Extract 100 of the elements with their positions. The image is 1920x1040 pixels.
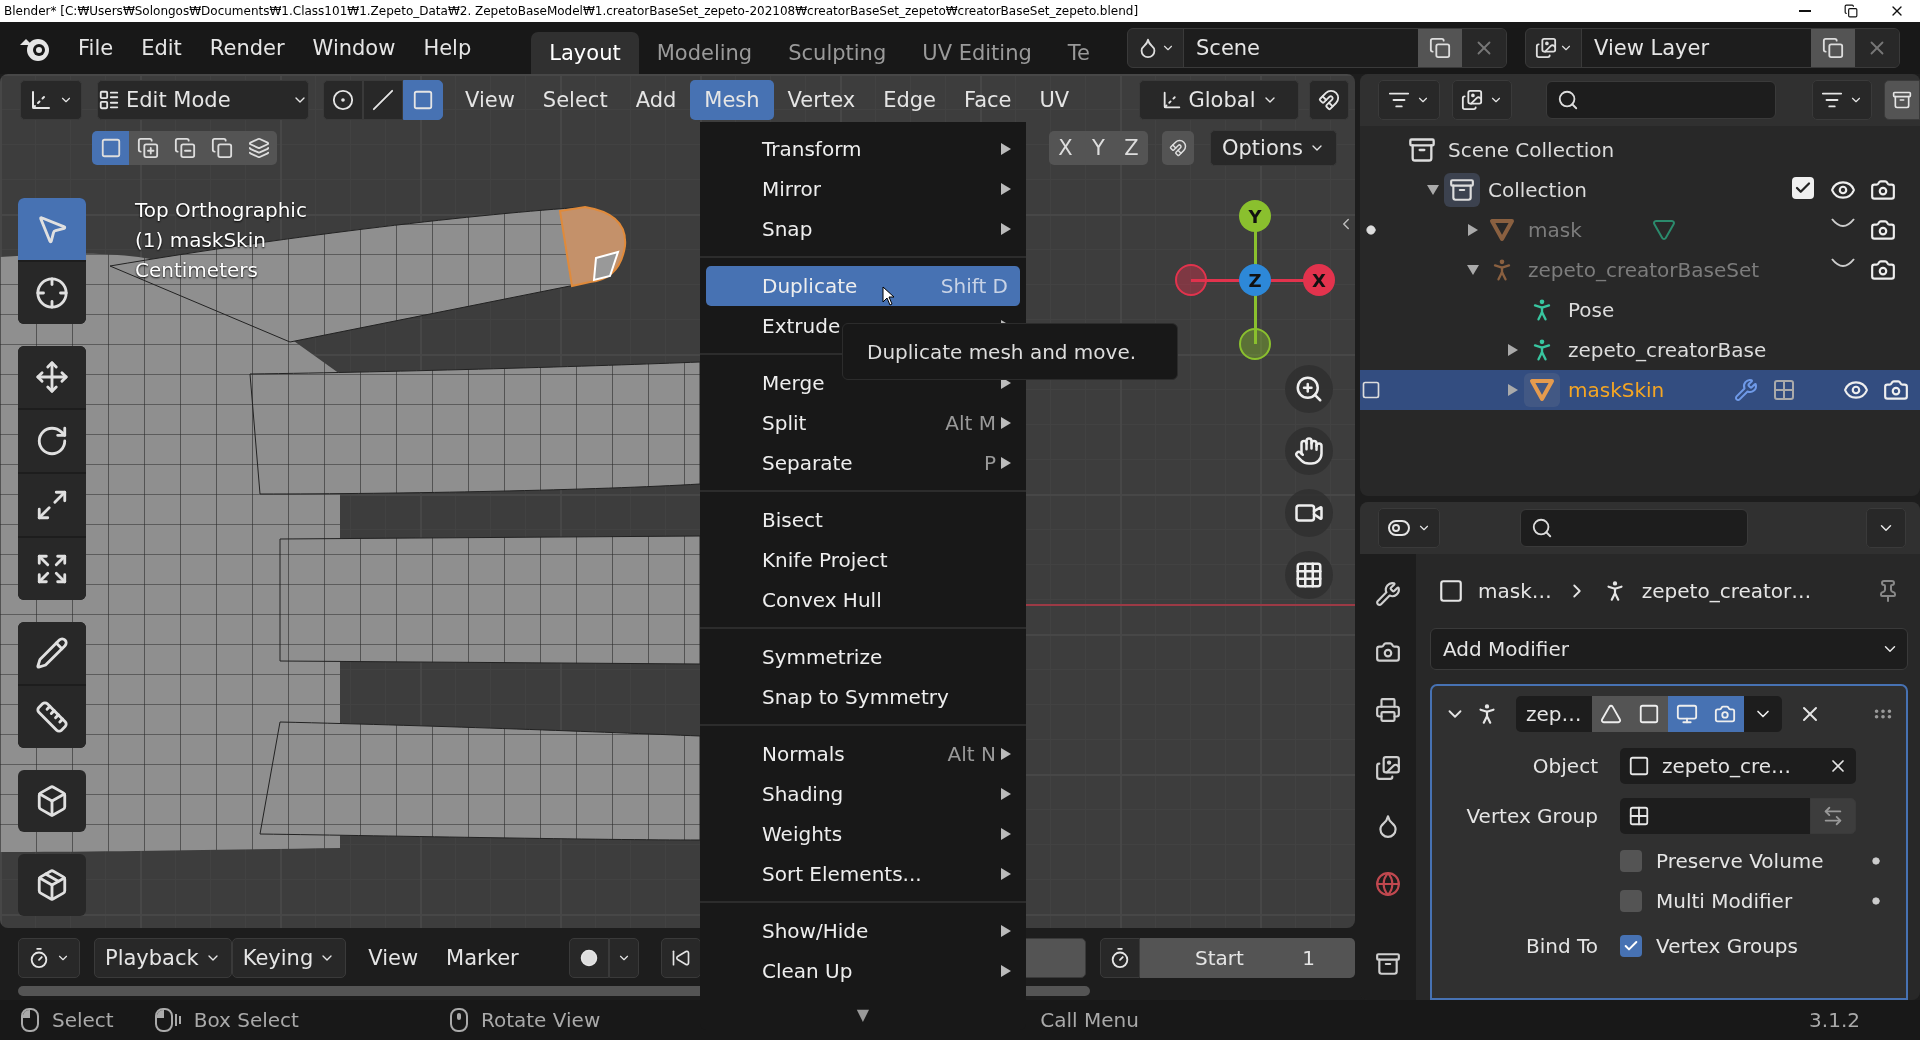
camera-view-button[interactable] <box>1285 489 1333 537</box>
cursor-tool[interactable] <box>18 262 86 324</box>
workspace-tab[interactable]: Layout <box>531 32 639 74</box>
proportional-edit-button[interactable] <box>1309 80 1349 120</box>
menu-dropdown[interactable]: Playback <box>94 938 232 978</box>
hidden-eye-icon[interactable] <box>1830 217 1856 229</box>
camera-icon[interactable] <box>1870 217 1896 243</box>
menu-option[interactable]: Show/Hide <box>706 911 1020 951</box>
record-button[interactable] <box>568 938 609 978</box>
outliner-item-name[interactable]: maskSkin <box>1568 378 1665 402</box>
menu-option[interactable]: Weights <box>706 814 1020 854</box>
axis-toggle[interactable]: Y <box>1082 131 1115 165</box>
menu-item[interactable]: Edit <box>127 36 196 60</box>
axis-toggle[interactable]: Z <box>1115 131 1148 165</box>
camera-icon[interactable] <box>1883 377 1910 403</box>
add-modifier-dropdown[interactable]: Add Modifier <box>1430 628 1908 670</box>
annotate-tool[interactable] <box>18 622 86 684</box>
menu-option[interactable]: Split Alt M <box>706 403 1020 443</box>
collapse-arrow-icon[interactable] <box>1466 264 1480 276</box>
scale-tool[interactable] <box>18 474 86 536</box>
outliner-row[interactable]: maskSkin <box>1360 370 1920 410</box>
mode-dropdown[interactable]: Edit Mode <box>97 80 309 120</box>
perspective-toggle-button[interactable] <box>1285 551 1333 599</box>
outliner-row[interactable]: zepeto_creatorBase <box>1360 330 1920 370</box>
outliner-item-name[interactable]: zepeto_creatorBaseSet <box>1528 258 1760 282</box>
keyframe-dot-icon[interactable] <box>1872 857 1880 865</box>
select-mode-button[interactable] <box>363 80 403 120</box>
checkbox[interactable] <box>1620 890 1642 912</box>
options-dropdown[interactable]: Options <box>1210 130 1337 166</box>
outliner-item-name[interactable]: Pose <box>1568 298 1615 322</box>
header-menu[interactable]: Select <box>528 80 622 120</box>
outliner-item-name[interactable]: Scene Collection <box>1448 138 1615 162</box>
axis-handle[interactable]: Z <box>1239 264 1271 296</box>
add-cube-tool[interactable] <box>18 770 86 832</box>
menu-option[interactable]: Separate P <box>706 443 1020 483</box>
menu-option[interactable]: Shading <box>706 774 1020 814</box>
outliner-row[interactable]: Pose <box>1360 290 1920 330</box>
workspace-tab[interactable]: UV Editing <box>904 32 1050 74</box>
measure-tool[interactable] <box>18 686 86 748</box>
menu-option[interactable]: Mirror <box>706 169 1020 209</box>
menu-item[interactable]: File <box>64 36 128 60</box>
transform-tool[interactable] <box>18 538 86 600</box>
modifier-toggle[interactable] <box>1629 696 1668 732</box>
breadcrumb-item[interactable]: zepeto_creator… <box>1641 579 1812 603</box>
menu-option[interactable]: Normals Alt N <box>706 734 1020 774</box>
menu-option[interactable]: Sort Elements... <box>706 854 1020 894</box>
menu-dropdown[interactable]: Keying <box>231 938 347 978</box>
menu-option[interactable]: Knife Project <box>706 540 1020 580</box>
select-box-tool[interactable] <box>18 198 86 260</box>
outliner-item-name[interactable]: zepeto_creatorBase <box>1568 338 1767 362</box>
header-menu[interactable]: View <box>354 938 433 978</box>
modifier-toggle[interactable] <box>1667 696 1706 732</box>
selection-mode-button[interactable] <box>240 131 277 165</box>
extrude-tool[interactable] <box>18 854 86 916</box>
expand-arrow-icon[interactable] <box>1507 383 1519 397</box>
camera-icon[interactable] <box>1870 257 1896 283</box>
select-mode-button[interactable] <box>323 80 363 120</box>
checkbox[interactable] <box>1620 935 1642 957</box>
axis-handle[interactable]: Y <box>1239 200 1271 232</box>
filter-dropdown[interactable] <box>1812 80 1872 120</box>
rotate-tool[interactable] <box>18 410 86 472</box>
start-frame-field[interactable]: Start 1 <box>1140 938 1355 978</box>
workspace-tab[interactable]: Sculpting <box>770 32 905 74</box>
menu-option[interactable]: Duplicate Shift D <box>706 266 1020 306</box>
header-menu[interactable]: Add <box>621 80 691 120</box>
menu-item[interactable]: Render <box>195 36 299 60</box>
exclude-checkbox[interactable] <box>1792 177 1814 199</box>
keyframe-dot-icon[interactable] <box>1872 897 1880 905</box>
outliner-item-name[interactable]: mask <box>1528 218 1582 242</box>
menu-option[interactable]: Transform <box>706 129 1020 169</box>
menu-option[interactable]: Snap to Symmetry <box>706 677 1020 717</box>
selection-mode-button[interactable] <box>129 131 166 165</box>
workspace-tab[interactable]: Modeling <box>638 32 771 74</box>
editor-type-button[interactable] <box>18 938 80 978</box>
checkbox[interactable] <box>1620 850 1642 872</box>
header-menu[interactable]: Marker <box>432 938 533 978</box>
menu-option[interactable]: Bisect <box>706 500 1020 540</box>
outliner-row[interactable]: Scene Collection <box>1360 130 1920 170</box>
display-mode-dropdown[interactable] <box>1378 80 1440 120</box>
object-field[interactable]: zepeto_cre… <box>1620 748 1856 784</box>
outliner-item-name[interactable]: Collection <box>1488 178 1587 202</box>
header-menu[interactable]: Edge <box>869 80 950 120</box>
menu-option[interactable]: Snap <box>706 209 1020 249</box>
header-menu[interactable]: Face <box>950 80 1026 120</box>
edit-mode-icon[interactable] <box>1361 380 1381 400</box>
header-menu[interactable]: View <box>451 80 529 120</box>
menu-option[interactable]: Convex Hull <box>706 580 1020 620</box>
editor-type-button[interactable] <box>20 80 82 120</box>
modifier-toggle[interactable] <box>1591 696 1630 732</box>
preview-range-button[interactable] <box>1100 938 1140 978</box>
menu-item[interactable]: Help <box>409 36 486 60</box>
hidden-eye-icon[interactable] <box>1830 257 1856 269</box>
zoom-button[interactable] <box>1285 365 1333 413</box>
selection-mode-button[interactable] <box>92 131 129 165</box>
orientation-dropdown[interactable]: Global <box>1139 80 1299 120</box>
expand-arrow-icon[interactable] <box>1507 343 1519 357</box>
move-tool[interactable] <box>18 346 86 408</box>
outliner-row[interactable]: mask <box>1360 210 1920 250</box>
menu-option[interactable]: Clean Up <box>706 951 1020 991</box>
axis-handle[interactable]: X <box>1303 264 1335 296</box>
